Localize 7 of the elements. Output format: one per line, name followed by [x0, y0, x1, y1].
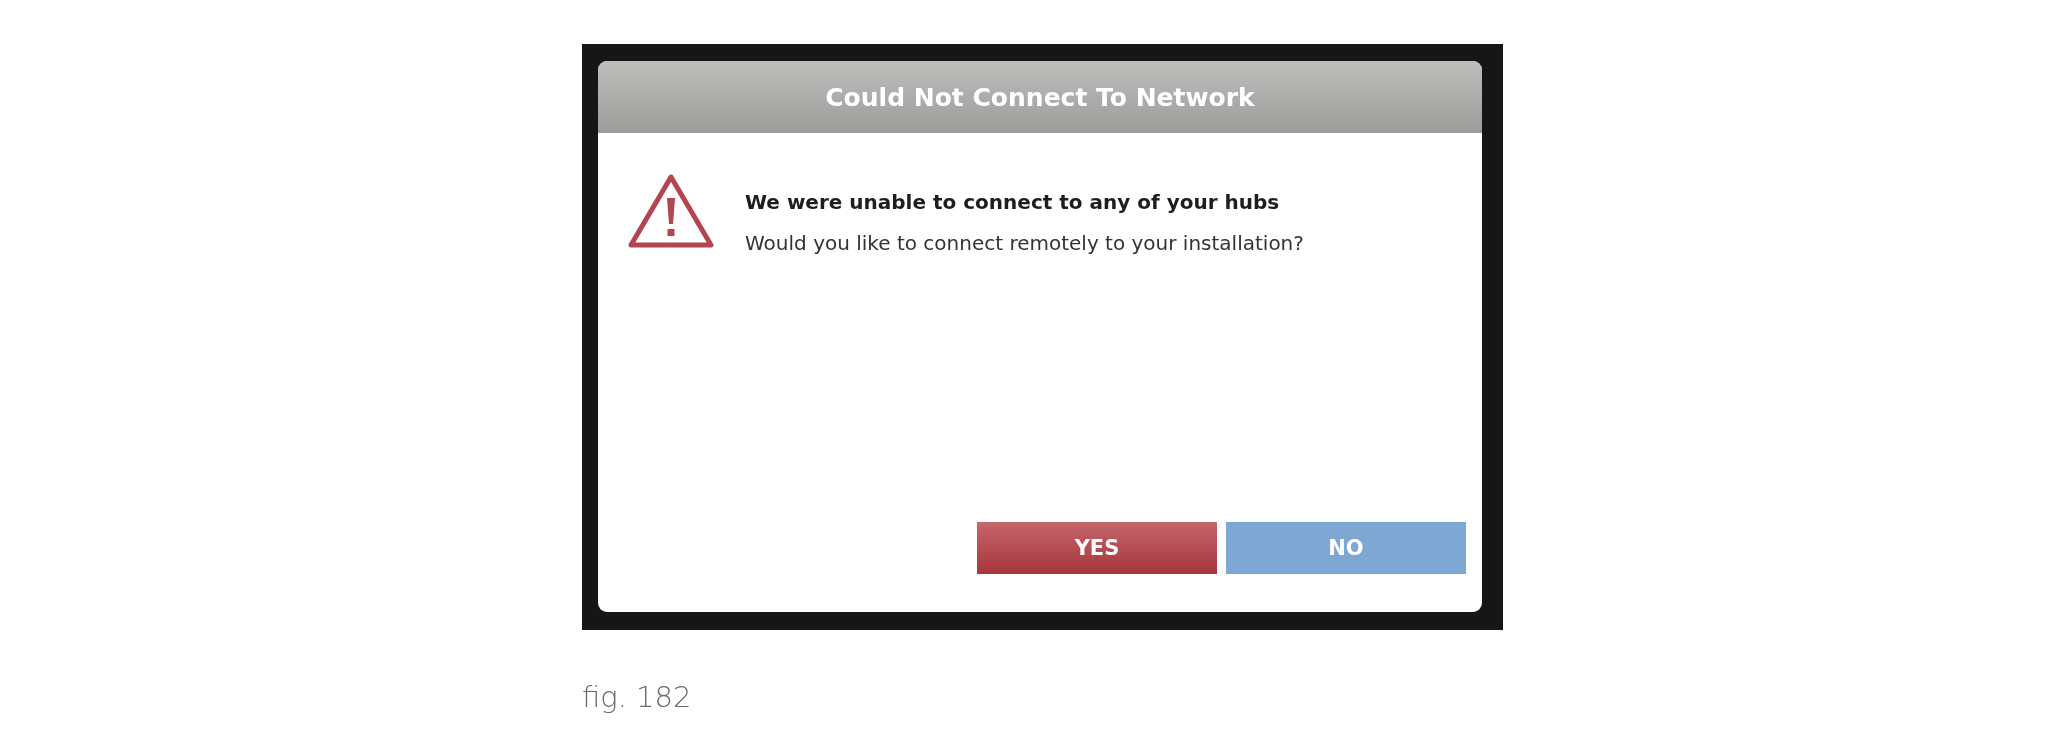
warning-icon [627, 172, 715, 250]
message-heading: We were unable to connect to any of your hubs [745, 190, 1281, 214]
no-button[interactable]: NO [1226, 522, 1466, 574]
message-text: Would you like to connect remotely to your installation? [745, 231, 1304, 255]
dialog-title: Could Not Connect To Network [598, 61, 1482, 133]
yes-button[interactable]: YES [977, 522, 1217, 574]
figure-caption: fig. 182 [582, 680, 693, 714]
